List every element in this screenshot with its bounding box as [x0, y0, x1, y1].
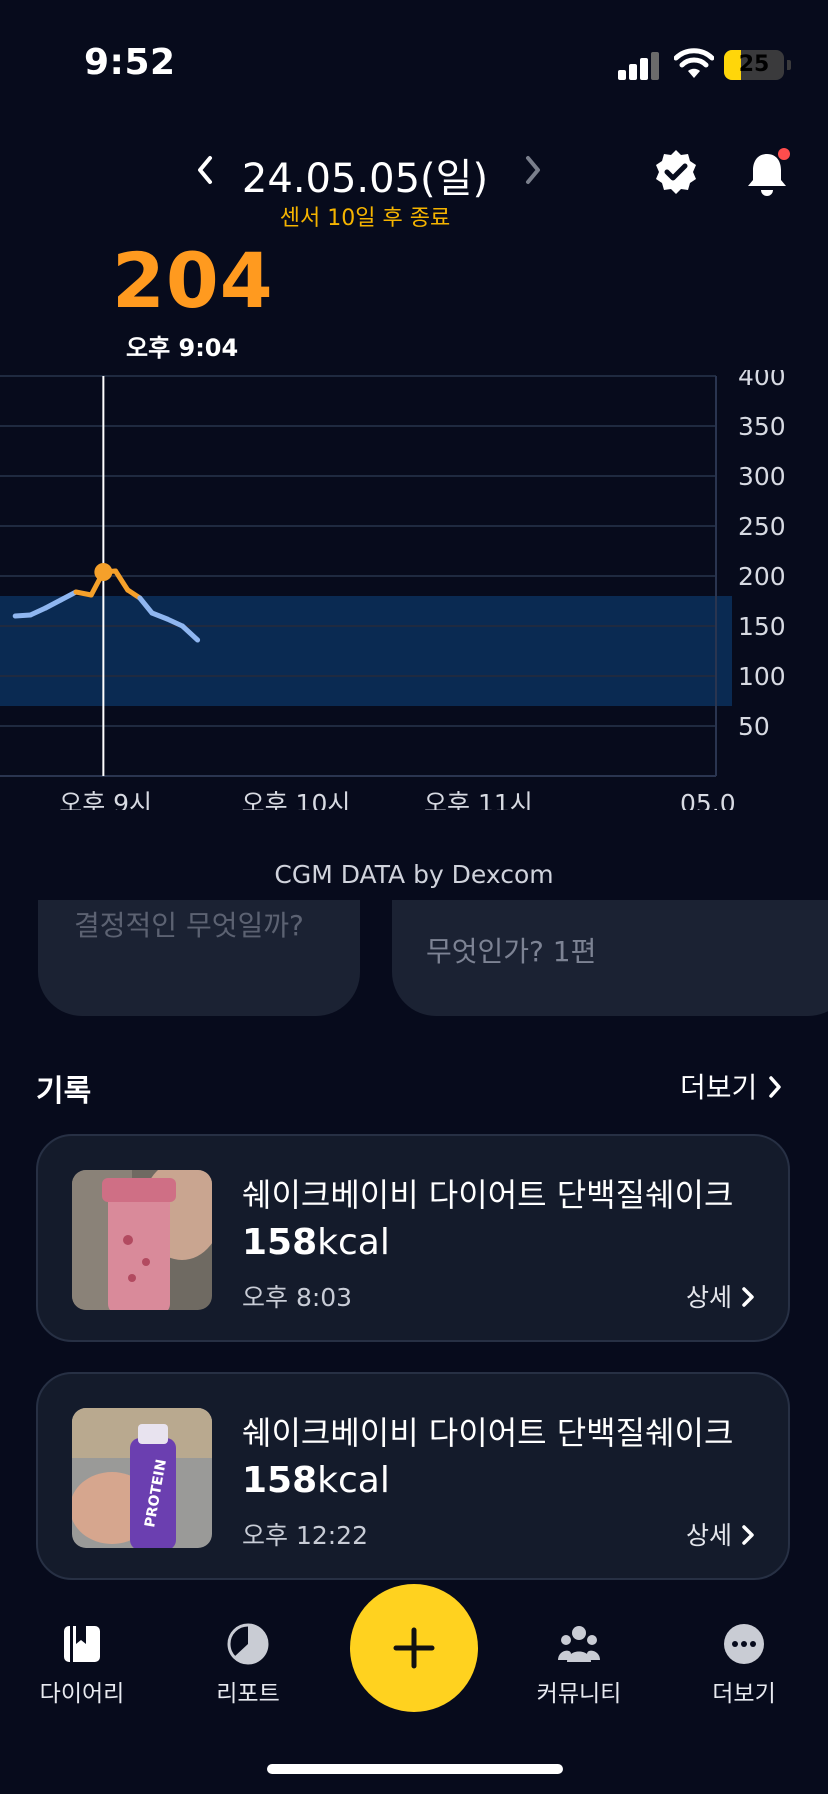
record-title: 쉐이크베이비 다이어트 단백질쉐이크	[242, 1414, 734, 1452]
x-tick-label: 오후 10시	[242, 789, 351, 810]
food-photo: PROTEIN	[72, 1408, 212, 1548]
tab-label: 커뮤니티	[536, 1681, 622, 1707]
chevron-right-icon	[742, 1287, 754, 1307]
chevron-right-icon	[769, 1076, 781, 1098]
kcal-value: 158	[242, 1460, 318, 1501]
diary-icon	[64, 1626, 100, 1662]
series-segment	[113, 568, 131, 593]
kcal-unit: kcal	[317, 1222, 390, 1263]
x-tick-label: 오후 11시	[424, 789, 533, 810]
record-kcal: 158kcal	[242, 1222, 390, 1263]
y-tick-label: 150	[738, 612, 786, 641]
chevron-right-icon	[742, 1525, 754, 1545]
chart-credit: CGM DATA by Dexcom	[274, 860, 554, 889]
detail-label: 상세	[686, 1283, 733, 1312]
tab-diary[interactable]: 다이어리	[22, 1622, 142, 1708]
records-title: 기록	[36, 1074, 92, 1109]
chevron-left-icon[interactable]	[190, 148, 220, 192]
more-icon	[724, 1624, 764, 1664]
article-card[interactable]: 무엇인가? 1편	[392, 900, 828, 1016]
tab-label: 더보기	[712, 1681, 776, 1707]
record-title: 쉐이크베이비 다이어트 단백질쉐이크	[242, 1176, 734, 1214]
record-detail-button[interactable]: 상세	[686, 1516, 756, 1552]
cellular-signal-icon	[618, 50, 660, 80]
target-range-band	[0, 596, 732, 706]
record-card[interactable]: PROTEIN 쉐이크베이비 다이어트 단백질쉐이크 158kcal 오후 12…	[36, 1372, 790, 1580]
chevron-right-icon[interactable]	[518, 148, 548, 192]
y-tick-label: 250	[738, 512, 786, 541]
y-tick-label: 50	[738, 712, 770, 741]
article-card[interactable]: 결정적인 무엇일까?	[38, 900, 360, 1016]
tab-report[interactable]: 리포트	[188, 1622, 308, 1708]
glucose-time: 오후 9:04	[126, 334, 239, 362]
y-tick-label: 100	[738, 662, 786, 691]
y-tick-label: 400	[738, 370, 786, 391]
selected-point	[94, 563, 113, 581]
date-title[interactable]: 24.05.05(일)	[230, 146, 500, 204]
glucose-chart[interactable]: 400 350 300 250 200 150 100 50 오후 9시 오후 10시 오후 11시…	[0, 370, 828, 810]
kcal-value: 158	[242, 1222, 318, 1263]
add-button[interactable]	[350, 1584, 478, 1712]
y-tick-label: 300	[738, 462, 786, 491]
record-time: 오후 12:22	[242, 1521, 368, 1550]
report-icon	[227, 1623, 269, 1665]
record-time: 오후 8:03	[242, 1283, 353, 1312]
community-icon	[558, 1626, 600, 1662]
wifi-icon	[674, 48, 714, 78]
plus-icon	[393, 1627, 435, 1669]
record-card[interactable]: 쉐이크베이비 다이어트 단백질쉐이크 158kcal 오후 8:03 상세	[36, 1134, 790, 1342]
tab-label: 리포트	[216, 1681, 280, 1707]
y-tick-label: 350	[738, 412, 786, 441]
records-more-link[interactable]: 더보기	[680, 1066, 784, 1106]
sensor-status: 센서 10일 후 종료	[279, 206, 451, 231]
kcal-unit: kcal	[317, 1460, 390, 1501]
home-indicator	[267, 1764, 563, 1774]
tab-label: 다이어리	[39, 1681, 125, 1707]
record-kcal: 158kcal	[242, 1460, 390, 1501]
x-tick-label: 오후 9시	[59, 789, 152, 810]
battery-level: 25	[738, 52, 770, 77]
food-photo	[72, 1170, 212, 1310]
y-tick-label: 200	[738, 562, 786, 591]
article-title: 무엇인가? 1편	[426, 935, 597, 968]
battery-cap	[787, 60, 791, 70]
bell-icon[interactable]	[742, 146, 792, 198]
tab-more[interactable]: 더보기	[684, 1622, 804, 1708]
tab-community[interactable]: 커뮤니티	[519, 1622, 639, 1708]
glucose-value: 204	[112, 236, 274, 325]
record-detail-button[interactable]: 상세	[686, 1278, 756, 1314]
records-more-label: 더보기	[680, 1071, 758, 1104]
article-title: 결정적인 무엇일까?	[74, 909, 304, 942]
status-time: 9:52	[84, 42, 176, 83]
battery-icon: 25	[724, 50, 784, 80]
verified-badge-icon[interactable]	[652, 148, 700, 196]
detail-label: 상세	[686, 1521, 733, 1550]
x-tick-label: 05.0	[680, 789, 736, 810]
